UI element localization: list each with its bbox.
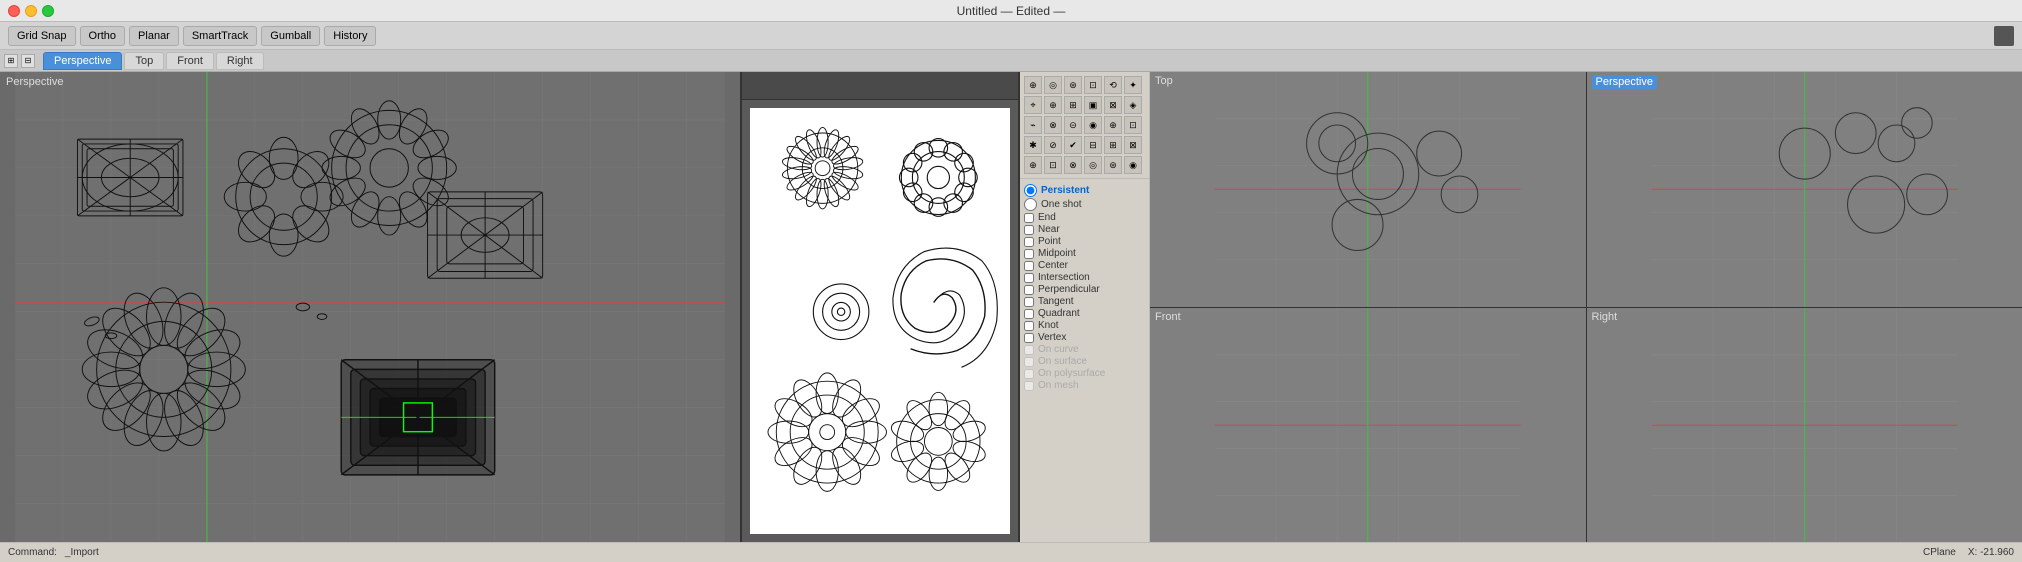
snap-point[interactable]: Point <box>1024 236 1145 247</box>
cmd-icon-30[interactable]: ◉ <box>1124 156 1142 174</box>
command-toolbar: ⊕ ◎ ⊛ ⊡ ⟲ ✦ ⌖ ⊕ ⊞ ▣ ⊠ ◈ ⌁ ⊗ ⊝ ◉ ⊕ ⊡ <box>1020 72 1149 179</box>
snap-persistent-label: Persistent <box>1041 185 1089 196</box>
view-tab-icons: ⊞ ⊟ <box>4 54 35 68</box>
cmd-icon-22[interactable]: ⊟ <box>1084 136 1102 154</box>
cmd-icon-4[interactable]: ⊡ <box>1084 76 1102 94</box>
command-value: _Import <box>65 547 99 558</box>
cmd-icon-14[interactable]: ⊗ <box>1044 116 1062 134</box>
cmd-icon-11[interactable]: ⊠ <box>1104 96 1122 114</box>
snap-tangent[interactable]: Tangent <box>1024 296 1145 307</box>
snap-oneshot-radio[interactable] <box>1024 198 1037 211</box>
tab-icon-split[interactable]: ⊟ <box>21 54 35 68</box>
cmd-icon-28[interactable]: ◎ <box>1084 156 1102 174</box>
toolbar-right <box>1994 26 2014 46</box>
snap-midpoint[interactable]: Midpoint <box>1024 248 1145 259</box>
cmd-icon-24[interactable]: ⊠ <box>1124 136 1142 154</box>
snap-onmesh: On mesh <box>1024 380 1145 391</box>
snap-vertex[interactable]: Vertex <box>1024 332 1145 343</box>
cmd-icon-1[interactable]: ⊕ <box>1024 76 1042 94</box>
tab-icon-grid[interactable]: ⊞ <box>4 54 18 68</box>
cmd-icon-19[interactable]: ✱ <box>1024 136 1042 154</box>
cmd-icon-5[interactable]: ⟲ <box>1104 76 1122 94</box>
cmd-icon-21[interactable]: ✔ <box>1064 136 1082 154</box>
viewport-right[interactable]: Right <box>1587 308 2022 543</box>
cmd-icon-8[interactable]: ⊕ <box>1044 96 1062 114</box>
color-swatch[interactable] <box>1994 26 2014 46</box>
cmd-icon-10[interactable]: ▣ <box>1084 96 1102 114</box>
front-viewport-label: Front <box>1155 311 1181 323</box>
snap-knot[interactable]: Knot <box>1024 320 1145 331</box>
snap-end[interactable]: End <box>1024 212 1145 223</box>
document-area <box>750 108 1010 534</box>
cmd-icon-29[interactable]: ⊛ <box>1104 156 1122 174</box>
cmd-icon-17[interactable]: ⊕ <box>1104 116 1122 134</box>
cmd-icon-12[interactable]: ◈ <box>1124 96 1142 114</box>
viewport-perspective-main[interactable]: Perspective <box>0 72 740 542</box>
cmd-icon-27[interactable]: ⊗ <box>1064 156 1082 174</box>
snap-onsurface: On surface <box>1024 356 1145 367</box>
titlebar: Untitled — Edited — <box>0 0 2022 22</box>
snap-oneshot-label: One shot <box>1041 199 1082 210</box>
viewport-top[interactable]: Top <box>1150 72 1586 307</box>
right-section: ⊕ ◎ ⊛ ⊡ ⟲ ✦ ⌖ ⊕ ⊞ ▣ ⊠ ◈ ⌁ ⊗ ⊝ ◉ ⊕ ⊡ <box>1020 72 2022 542</box>
traffic-lights <box>8 5 54 17</box>
cmd-icon-13[interactable]: ⌁ <box>1024 116 1042 134</box>
tab-top[interactable]: Top <box>124 52 164 70</box>
cmd-icon-16[interactable]: ◉ <box>1084 116 1102 134</box>
snap-center[interactable]: Center <box>1024 260 1145 271</box>
gumball-button[interactable]: Gumball <box>261 26 320 46</box>
snap-oncurve: On curve <box>1024 344 1145 355</box>
snap-quadrant[interactable]: Quadrant <box>1024 308 1145 319</box>
cplane-label: CPlane <box>1923 547 1956 558</box>
statusbar: Command: _Import CPlane X: -21.960 <box>0 542 2022 562</box>
cmd-icon-2[interactable]: ◎ <box>1044 76 1062 94</box>
window-title: Untitled — Edited — <box>957 4 1066 18</box>
snap-persistent[interactable]: Persistent <box>1024 184 1145 197</box>
cmd-icon-18[interactable]: ⊡ <box>1124 116 1142 134</box>
viewports-grid: Top <box>1150 72 2022 542</box>
center-panel-header <box>742 72 1018 100</box>
command-panel: ⊕ ◎ ⊛ ⊡ ⟲ ✦ ⌖ ⊕ ⊞ ▣ ⊠ ◈ ⌁ ⊗ ⊝ ◉ ⊕ ⊡ <box>1020 72 1150 542</box>
toolbar: Grid Snap Ortho Planar SmartTrack Gumbal… <box>0 22 2022 50</box>
viewport-left-label: Perspective <box>6 76 63 88</box>
snap-onpolysurface: On polysurface <box>1024 368 1145 379</box>
cmd-icon-23[interactable]: ⊞ <box>1104 136 1122 154</box>
top-viewport-label: Top <box>1155 75 1173 87</box>
cmd-icon-15[interactable]: ⊝ <box>1064 116 1082 134</box>
smarttrack-button[interactable]: SmartTrack <box>183 26 257 46</box>
main-layout: Perspective <box>0 72 2022 542</box>
tab-perspective[interactable]: Perspective <box>43 52 122 70</box>
cmd-icon-20[interactable]: ⊘ <box>1044 136 1062 154</box>
cmd-icon-9[interactable]: ⊞ <box>1064 96 1082 114</box>
tab-front[interactable]: Front <box>166 52 214 70</box>
statusbar-right: CPlane X: -21.960 <box>1923 547 2014 558</box>
snap-perpendicular[interactable]: Perpendicular <box>1024 284 1145 295</box>
close-button[interactable] <box>8 5 20 17</box>
maximize-button[interactable] <box>42 5 54 17</box>
cmd-icon-26[interactable]: ⊡ <box>1044 156 1062 174</box>
planar-button[interactable]: Planar <box>129 26 179 46</box>
snap-intersection[interactable]: Intersection <box>1024 272 1145 283</box>
viewport-perspective-small[interactable]: Perspective <box>1587 72 2022 307</box>
view-tabs-bar: ⊞ ⊟ Perspective Top Front Right <box>0 50 2022 72</box>
cmd-icon-3[interactable]: ⊛ <box>1064 76 1082 94</box>
history-button[interactable]: History <box>324 26 376 46</box>
viewport-front[interactable]: Front <box>1150 308 1586 543</box>
command-label: Command: <box>8 547 57 558</box>
tab-right[interactable]: Right <box>216 52 264 70</box>
snap-near[interactable]: Near <box>1024 224 1145 235</box>
cmd-icon-25[interactable]: ⊕ <box>1024 156 1042 174</box>
snap-oneshot[interactable]: One shot <box>1024 198 1145 211</box>
right-viewport-label: Right <box>1592 311 1618 323</box>
center-panel <box>740 72 1020 542</box>
snap-persistent-radio[interactable] <box>1024 184 1037 197</box>
ortho-button[interactable]: Ortho <box>80 26 126 46</box>
grid-snap-button[interactable]: Grid Snap <box>8 26 76 46</box>
perspective-small-label: Perspective <box>1592 75 1657 89</box>
cmd-icon-7[interactable]: ⌖ <box>1024 96 1042 114</box>
x-coord: X: -21.960 <box>1968 547 2014 558</box>
cmd-icon-6[interactable]: ✦ <box>1124 76 1142 94</box>
snap-section: Persistent One shot End Near Point Midpo… <box>1020 179 1149 396</box>
minimize-button[interactable] <box>25 5 37 17</box>
